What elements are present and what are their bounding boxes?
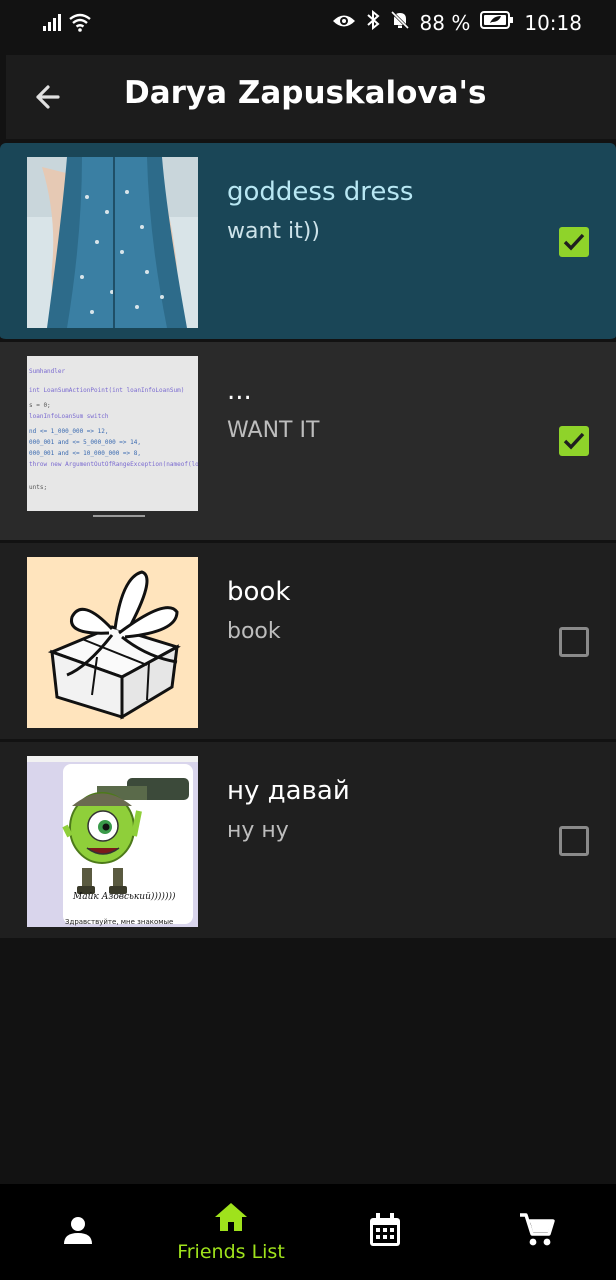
clock: 10:18 — [524, 10, 582, 35]
app-bar: Darya Zapuskalova's — [6, 55, 616, 139]
item-name: ... — [227, 376, 252, 406]
nav-label: Friends List — [177, 1241, 285, 1263]
code-line: unts; — [29, 484, 48, 491]
code-line: int LoanSumActionPoint(int loanInfoLoanS… — [29, 387, 185, 394]
screenshot-navbar — [27, 511, 198, 527]
status-bar: 88 % 10:18 — [0, 0, 616, 48]
item-image-dress — [27, 157, 198, 328]
item-description: WANT IT — [227, 418, 320, 443]
item-name: ну давай — [227, 776, 350, 806]
code-line: throw new ArgumentOutOfRangeException(na… — [29, 461, 198, 468]
code-line: nd <= 1_000_000 => 12, — [29, 428, 109, 435]
code-line: 000_001 and <= 10_000_000 => 8, — [29, 450, 141, 457]
home-icon — [213, 1201, 249, 1237]
eye-icon — [332, 11, 356, 35]
sticker-caption: Майк Азовський))))))) — [73, 892, 176, 902]
cart-icon — [518, 1212, 556, 1252]
item-image-gift — [27, 557, 198, 728]
signal-icon — [42, 12, 62, 36]
page-title: Darya Zapuskalova's — [124, 75, 487, 111]
bell-off-icon — [390, 10, 410, 35]
item-checkbox[interactable] — [559, 826, 589, 856]
nav-cart[interactable] — [497, 1184, 577, 1280]
list-item[interactable]: book book — [0, 543, 616, 742]
back-button[interactable] — [30, 77, 70, 117]
item-checkbox[interactable] — [559, 627, 589, 657]
list-item[interactable]: Майк Азовський))))))) Здравствуйте, мне … — [0, 742, 616, 941]
calendar-icon — [368, 1212, 402, 1252]
item-name: goddess dress — [227, 177, 414, 207]
item-description: book — [227, 619, 281, 644]
bluetooth-icon — [366, 9, 380, 35]
nav-profile[interactable] — [38, 1184, 118, 1280]
arrow-left-icon — [30, 85, 70, 121]
wish-list: goddess dress want it)) Sumhandler int L… — [0, 143, 616, 941]
code-line: 000_001 and <= 5_000_000 => 14, — [29, 439, 141, 446]
list-item[interactable]: Sumhandler int LoanSumActionPoint(int lo… — [0, 342, 616, 543]
item-image-sticker: Майк Азовський))))))) Здравствуйте, мне … — [27, 756, 198, 927]
nav-calendar[interactable] — [345, 1184, 425, 1280]
wifi-icon — [68, 12, 92, 36]
person-icon — [61, 1213, 95, 1251]
battery-icon — [480, 10, 514, 35]
item-name: book — [227, 577, 291, 607]
nav-friends-list[interactable]: Friends List — [166, 1184, 296, 1280]
item-checkbox[interactable] — [559, 227, 589, 257]
item-description: want it)) — [227, 219, 320, 244]
list-item[interactable]: goddess dress want it)) — [0, 143, 616, 342]
code-line: Sumhandler — [29, 368, 66, 375]
item-checkbox[interactable] — [559, 426, 589, 456]
item-image-code: Sumhandler int LoanSumActionPoint(int lo… — [27, 356, 198, 527]
code-line: s = 0; — [29, 402, 51, 409]
code-line: loanInfoLoanSum switch — [29, 413, 109, 420]
sticker-footer: Здравствуйте, мне знакомые — [65, 918, 174, 926]
bottom-navigation: Friends List — [0, 1184, 616, 1280]
battery-percent: 88 % — [419, 10, 471, 35]
item-description: ну ну — [227, 818, 289, 843]
